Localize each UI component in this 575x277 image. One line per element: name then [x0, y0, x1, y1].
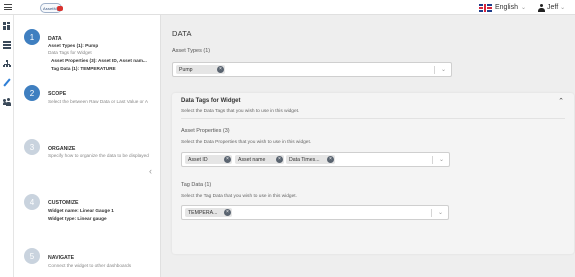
remove-chip-icon[interactable]: × [224, 156, 231, 163]
card-title: Data Tags for Widget [181, 98, 241, 104]
step-detail: Asset Types (1): Pump [48, 43, 99, 48]
asset-properties-hint: Select the Data Properties that you wish… [181, 140, 312, 145]
remove-chip-icon[interactable]: × [217, 66, 224, 73]
remove-chip-icon[interactable]: × [327, 156, 334, 163]
chevron-up-icon[interactable]: ⌃ [558, 97, 564, 105]
chevron-down-icon: ⌄ [520, 5, 526, 11]
chip-asset-name: Asset name × [235, 155, 284, 164]
remove-chip-icon[interactable]: × [224, 209, 231, 216]
uk-flag-icon [479, 3, 492, 12]
chip-label: Data Times... [289, 156, 320, 163]
step-title: NAVIGATE [48, 255, 75, 261]
step-number: 1 [24, 29, 40, 45]
asset-properties-select[interactable]: Asset ID × Asset name × Data Times... × … [181, 152, 450, 167]
remove-chip-icon[interactable]: × [276, 156, 283, 163]
user-icon [538, 3, 545, 12]
step-detail: Widget type: Linear gauge [48, 216, 107, 221]
step-title: ORGANIZE [48, 146, 76, 152]
main-content: DATA Asset Types (1) Pump × ⌄ Data Tags … [161, 15, 575, 277]
step-number: 4 [24, 194, 40, 210]
step-detail: Widget name: Linear Gauge 1 [48, 208, 114, 213]
step-number: 5 [24, 248, 40, 264]
chevron-down-icon[interactable]: ⌄ [441, 66, 446, 73]
select-divider [434, 66, 435, 74]
step-number: 3 [24, 139, 40, 155]
top-bar: AssetMgr English ⌄ Jeff ⌄ [0, 0, 575, 15]
select-divider [431, 209, 432, 217]
logo-mark [57, 6, 63, 11]
divider [181, 118, 565, 119]
tag-data-hint: Select the Tag Data that you wish to use… [181, 194, 297, 199]
chip-label: Asset name [238, 156, 266, 163]
language-label: English [495, 4, 518, 11]
step-detail: Tag Data (1): TEMPERATURE [51, 66, 116, 71]
chip-pump: Pump × [176, 65, 225, 74]
asset-types-select[interactable]: Pump × ⌄ [172, 62, 452, 77]
pencil-icon[interactable] [3, 78, 11, 87]
step-detail: Connect the widget to other dashboards [48, 263, 132, 268]
step-detail: Select the between Raw Data or Last Valu… [48, 99, 148, 104]
step-title: CUSTOMIZE [48, 200, 79, 206]
dashboard-icon[interactable] [3, 22, 11, 30]
chip-asset-id: Asset ID × [185, 155, 232, 164]
chip-temperature: TEMPERA... × [185, 208, 232, 217]
wizard-steps: 1 DATA Asset Types (1): Pump Data Tags f… [14, 15, 161, 277]
asset-types-label: Asset Types (1) [172, 48, 211, 54]
asset-properties-label: Asset Properties (3) [181, 128, 230, 134]
hierarchy-icon[interactable] [3, 60, 11, 68]
user-menu[interactable]: Jeff ⌄ [538, 2, 565, 13]
chip-label: Pump [179, 66, 193, 73]
icon-rail [0, 15, 14, 277]
user-name: Jeff [547, 4, 559, 11]
step-number: 2 [24, 85, 40, 101]
chevron-down-icon: ⌄ [560, 5, 566, 11]
stack-icon[interactable] [3, 41, 11, 49]
chevron-down-icon[interactable]: ⌄ [439, 156, 444, 163]
step-title: DATA [48, 36, 62, 42]
chip-data-timestamp: Data Times... × [286, 155, 335, 164]
tag-data-label: Tag Data (1) [181, 182, 212, 188]
card-subtitle: Select the Data Tags that you wish to us… [181, 109, 300, 114]
step-detail: Specify how to organize the data to be d… [48, 153, 149, 158]
chip-label: Asset ID [188, 156, 208, 163]
app-logo[interactable]: AssetMgr [40, 3, 63, 13]
chevron-down-icon[interactable]: ⌄ [438, 209, 443, 216]
users-icon[interactable] [3, 98, 11, 106]
step-detail: Data Tags for Widget [48, 50, 92, 55]
page-title: DATA [172, 29, 192, 38]
step-detail: Asset Properties (3): Asset ID, Asset na… [51, 58, 147, 63]
menu-icon[interactable] [4, 4, 12, 10]
chip-label: TEMPERA... [188, 209, 218, 216]
language-selector[interactable]: English ⌄ [479, 2, 526, 13]
data-tags-card: Data Tags for Widget Select the Data Tag… [172, 93, 574, 254]
chevron-left-icon[interactable]: ‹ [149, 166, 152, 176]
tag-data-select[interactable]: TEMPERA... × ⌄ [181, 205, 449, 220]
select-divider [432, 156, 433, 164]
step-title: SCOPE [48, 91, 67, 97]
